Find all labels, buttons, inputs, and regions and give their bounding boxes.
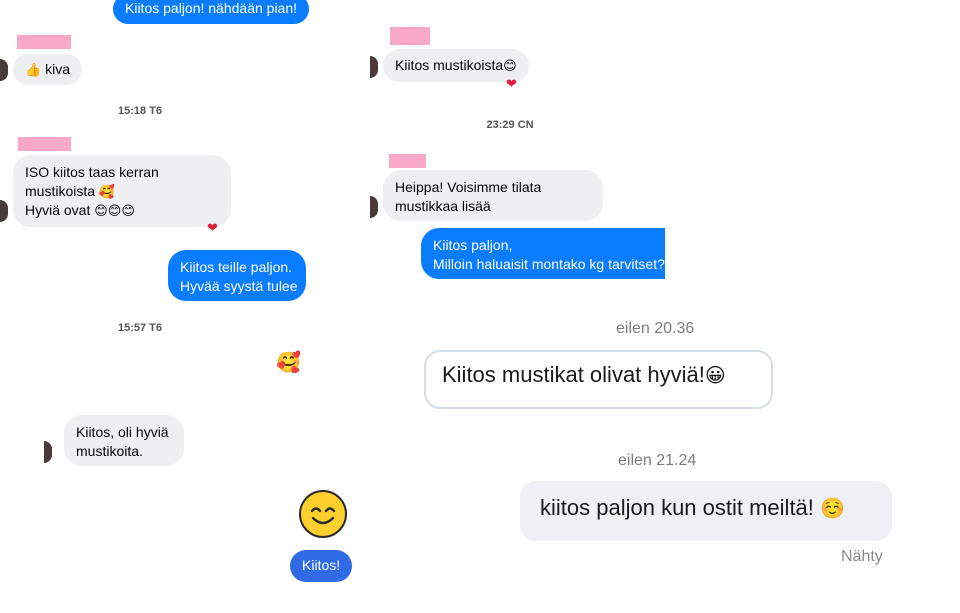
message-outgoing[interactable]: kiitos paljon kun ostit meiltä! ☺️ <box>520 481 892 541</box>
message-text: mustikoita. <box>76 443 143 459</box>
message-text: Hyvää syystä tulee <box>180 278 298 294</box>
message-incoming[interactable]: 👍 kiva <box>13 54 82 85</box>
sender-name-redacted <box>17 35 71 49</box>
message-text: Kiitos paljon! nähdään pian! <box>125 0 298 16</box>
smiley-icon <box>299 490 347 538</box>
message-incoming[interactable]: Kiitos mustikat olivat hyviä!😀 <box>424 350 773 409</box>
avatar[interactable] <box>370 196 378 218</box>
message-outgoing[interactable]: Kiitos! <box>290 550 353 582</box>
message-text: Kiitos paljon, <box>433 237 513 253</box>
avatar[interactable] <box>370 56 378 78</box>
timestamp: 15:57 T6 <box>117 322 163 334</box>
message-text: ISO kiitos taas kerran <box>25 164 159 180</box>
smiley-icon: 😊😊😊 <box>94 203 135 218</box>
message-text: Kiitos mustikoista <box>395 57 504 73</box>
message-text: Milloin haluaisit montako kg tarvitset? <box>433 256 665 272</box>
avatar[interactable] <box>44 441 52 463</box>
timestamp: 23:29 CN <box>486 119 534 131</box>
sender-name-redacted <box>389 154 426 168</box>
avatar[interactable] <box>0 200 8 222</box>
message-text: mustikkaa lisää <box>395 198 491 214</box>
message-line: mustikoista 🥰 <box>25 182 219 201</box>
sender-name-redacted <box>390 27 430 45</box>
grinning-face-icon: 😀 <box>704 365 726 387</box>
message-text: Hyviä ovat <box>25 202 91 218</box>
message-text: Kiitos mustikat olivat hyviä! <box>442 362 705 387</box>
smiling-face-icon: ☺️ <box>820 498 845 520</box>
timestamp: 15:18 T6 <box>117 105 163 117</box>
timestamp: eilen 20.36 <box>616 320 695 337</box>
message-incoming[interactable]: Kiitos, oli hyviä mustikoita. <box>64 415 184 466</box>
smiling-hearts-icon: 🥰 <box>98 184 116 199</box>
message-text: Heippa! Voisimme tilata <box>395 179 542 195</box>
message-text: kiitos paljon kun ostit meiltä! <box>540 495 814 520</box>
message-incoming[interactable]: ISO kiitos taas kerran mustikoista 🥰 Hyv… <box>13 155 231 227</box>
heart-icon[interactable]: ❤ <box>207 220 218 236</box>
seen-indicator: Nähty <box>841 548 883 565</box>
message-text: Kiitos, oli hyviä <box>76 424 169 440</box>
smiley-icon: 😊 <box>503 58 517 73</box>
message-outgoing[interactable]: Kiitos paljon, Milloin haluaisit montako… <box>421 228 665 279</box>
message-outgoing[interactable]: Kiitos teille paljon. Hyvää syystä tulee <box>168 250 306 301</box>
message-text: Kiitos! <box>302 557 341 573</box>
reaction-emoji: 🥰 <box>276 352 301 374</box>
timestamp: eilen 21.24 <box>618 452 697 469</box>
message-outgoing[interactable]: Kiitos paljon! nähdään pian! <box>113 0 310 24</box>
message-incoming[interactable]: Heippa! Voisimme tilata mustikkaa lisää <box>383 170 603 221</box>
message-line: Hyviä ovat 😊😊😊 <box>25 201 219 220</box>
avatar[interactable] <box>0 59 8 81</box>
message-text: kiva <box>45 61 70 77</box>
message-text: Kiitos teille paljon. <box>180 259 293 275</box>
sender-name-redacted <box>18 137 71 151</box>
message-text: mustikoista <box>25 183 96 199</box>
thumbs-up-icon: 👍 <box>25 62 42 77</box>
heart-icon[interactable]: ❤ <box>506 76 517 92</box>
